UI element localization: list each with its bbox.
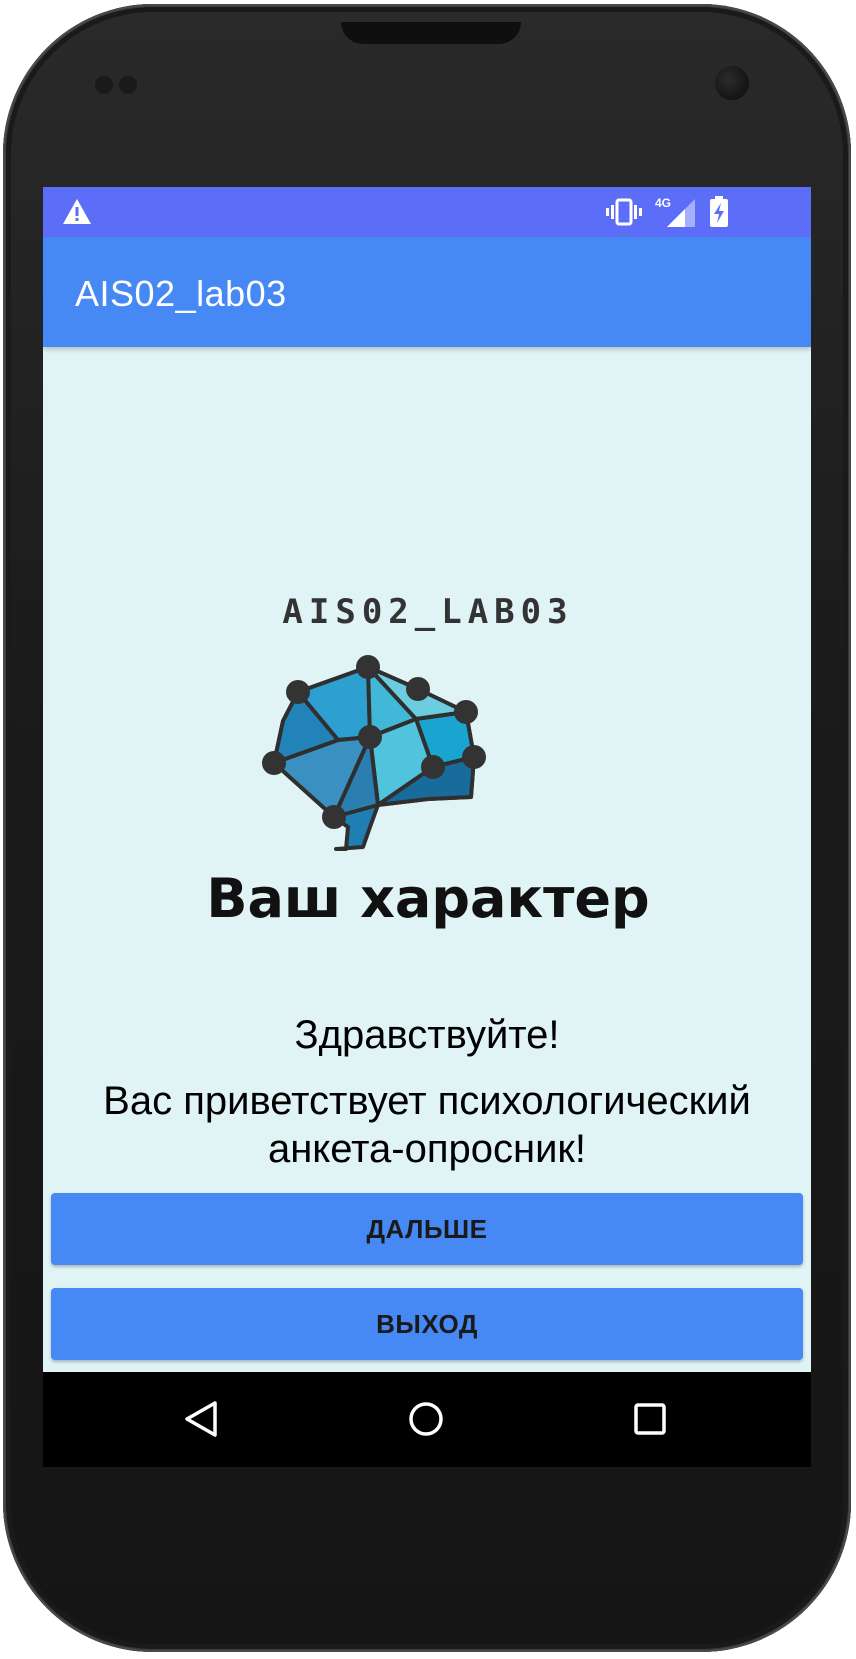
sensor bbox=[119, 76, 137, 94]
app-bar: AIS02_lab03 bbox=[43, 237, 811, 347]
exit-button[interactable]: ВЫХОД bbox=[51, 1288, 803, 1360]
next-button[interactable]: ДАЛЬШЕ bbox=[51, 1193, 803, 1265]
battery-charging-icon bbox=[710, 196, 728, 227]
logo-caption: Ваш характер bbox=[206, 867, 649, 930]
welcome-text: Вас приветствует психологический анкета-… bbox=[103, 1079, 751, 1171]
vibrate-icon bbox=[606, 198, 642, 226]
app-title: AIS02_lab03 bbox=[75, 273, 287, 314]
warning-icon bbox=[63, 199, 91, 224]
signal-4g-icon: 4G bbox=[655, 196, 695, 227]
screen: 4G AIS02_lab03 AIS02_LAB03 Ваш характер … bbox=[43, 187, 811, 1467]
recent-apps-icon[interactable] bbox=[633, 1402, 667, 1436]
home-icon[interactable] bbox=[407, 1400, 445, 1438]
svg-text:4G: 4G bbox=[655, 196, 671, 210]
back-icon[interactable] bbox=[183, 1400, 219, 1438]
greeting-text: Здравствуйте! bbox=[294, 1013, 560, 1057]
status-bar: 4G bbox=[43, 187, 811, 237]
speaker-grille bbox=[341, 22, 521, 44]
front-camera bbox=[715, 66, 749, 100]
sensor bbox=[95, 76, 113, 94]
logo-heading: AIS02_LAB03 bbox=[282, 592, 573, 632]
navigation-bar bbox=[43, 1372, 811, 1467]
app-logo: AIS02_LAB03 Ваш характер bbox=[206, 592, 649, 930]
